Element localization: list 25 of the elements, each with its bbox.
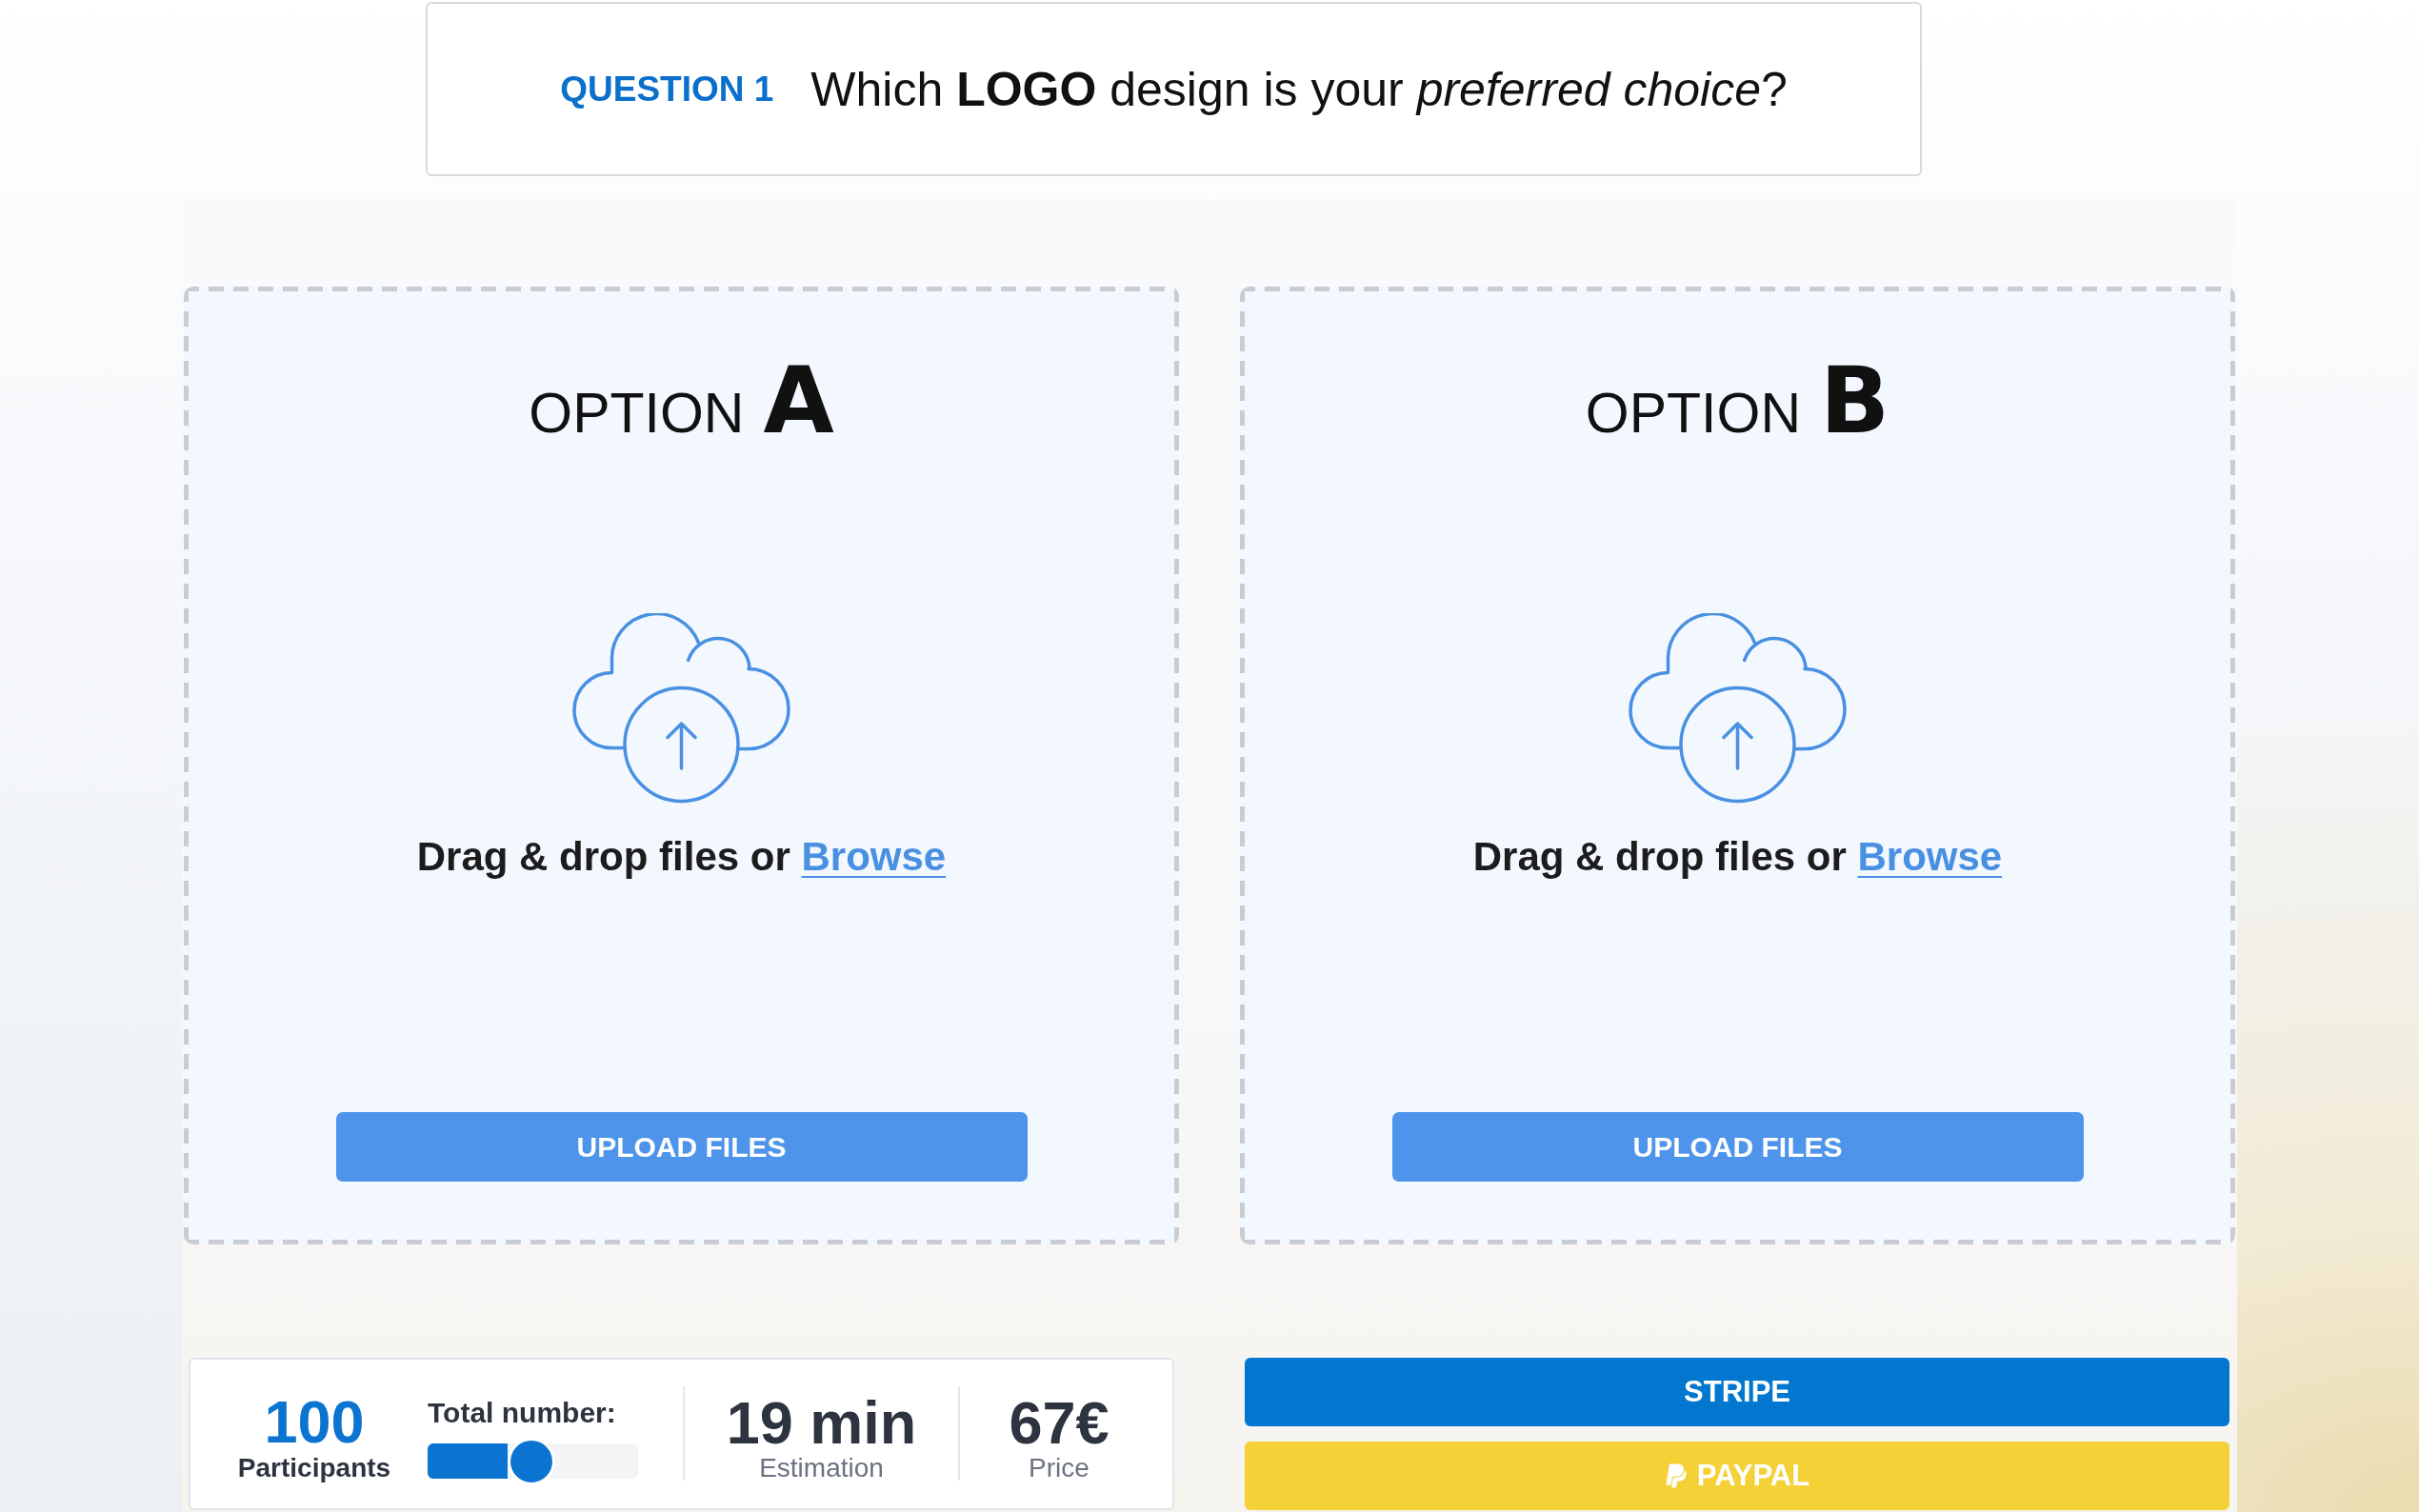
browse-link[interactable]: Browse — [1857, 834, 2003, 879]
question-text: Which LOGO design is your preferred choice? — [810, 65, 1788, 113]
participants-count: 100 — [264, 1392, 365, 1452]
upload-button[interactable]: UPLOAD FILES — [1391, 1112, 2084, 1182]
slider-label: Total number: — [428, 1399, 616, 1427]
option-label: OPTION — [1585, 386, 1801, 442]
drop-zone[interactable]: OPTION B Drag & drop files or Browse UPLOAD FILES — [1240, 287, 2235, 1244]
upload-button[interactable]: UPLOAD FILES — [335, 1112, 1028, 1182]
stripe-button[interactable]: STRIPE — [1245, 1358, 2229, 1426]
drop-prompt: Drag & drop files or Browse — [416, 837, 947, 877]
drop-zone[interactable]: OPTION A Drag & drop files or Browse UPLOAD FILES — [184, 287, 1179, 1244]
estimation-label: Estimation — [759, 1455, 884, 1482]
option-label: OPTION — [529, 386, 745, 442]
option-letter: B — [1820, 355, 1890, 447]
p-logo-icon — [1664, 1462, 1688, 1489]
option-letter: A — [763, 355, 834, 447]
question-number: QUESTION 1 — [560, 71, 774, 107]
price-value: 67€ — [1009, 1393, 1110, 1453]
browse-link[interactable]: Browse — [801, 834, 947, 879]
price-label: Price — [1029, 1455, 1090, 1482]
estimation-value: 19 min — [726, 1393, 917, 1453]
drop-prompt: Drag & drop files or Browse — [1472, 837, 2003, 877]
participants-label: Participants — [237, 1455, 391, 1482]
cloud-upload-icon — [1629, 613, 1847, 804]
cloud-upload-icon — [572, 613, 790, 804]
